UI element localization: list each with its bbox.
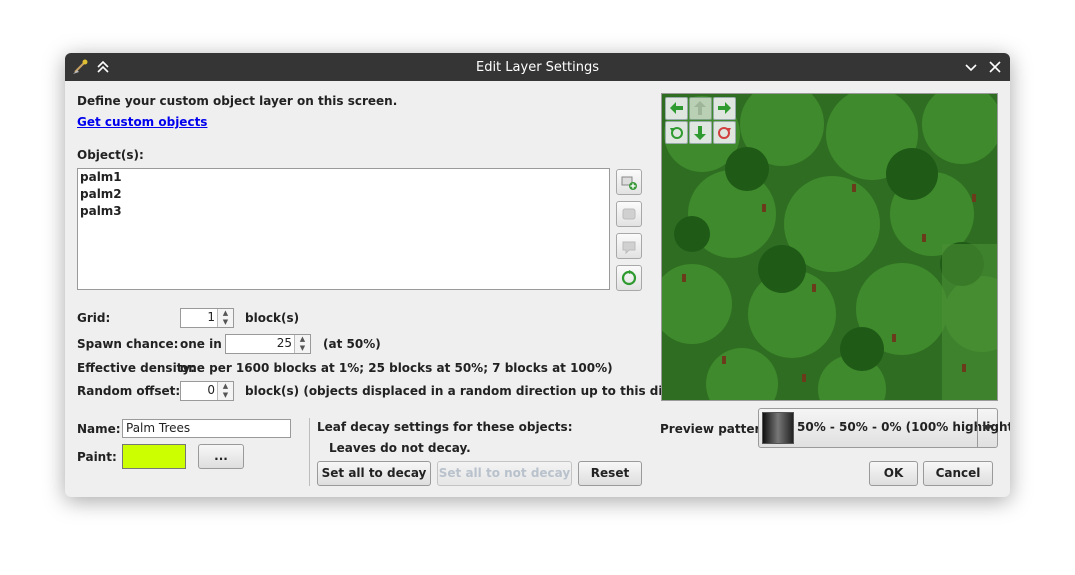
spawn-value: 25 <box>276 336 292 350</box>
spawn-spinner[interactable]: 25 ▲ ▼ <box>225 334 311 354</box>
edit-layer-dialog: Edit Layer Settings Define your custom o… <box>65 53 1010 497</box>
reload-icon <box>621 270 637 286</box>
list-item[interactable]: palm2 <box>78 186 609 203</box>
offset-label: Random offset: <box>77 384 181 398</box>
spawn-prefix: one in <box>180 337 222 351</box>
offset-value: 0 <box>207 383 215 397</box>
reload-objects-button[interactable] <box>616 265 642 291</box>
name-field[interactable]: Palm Trees <box>122 419 291 438</box>
grid-value: 1 <box>207 310 215 324</box>
preview-pattern-label: Preview pattern: <box>660 422 774 436</box>
spinner-down-icon[interactable]: ▼ <box>217 391 233 400</box>
arrow-down-icon <box>694 126 706 140</box>
spinner-down-icon[interactable]: ▼ <box>294 344 310 353</box>
set-all-not-decay-button[interactable]: Set all to not decay <box>437 461 572 486</box>
edit-object-icon <box>622 208 636 220</box>
spinner-down-icon[interactable]: ▼ <box>217 318 233 327</box>
intro-text: Define your custom object layer on this … <box>77 94 398 108</box>
pan-up-button[interactable] <box>689 97 712 120</box>
name-label: Name: <box>77 422 121 436</box>
minimize-chevron-icon[interactable] <box>961 57 981 77</box>
layer-preview <box>661 93 998 401</box>
pattern-gradient-icon <box>762 412 794 444</box>
grid-spinner[interactable]: 1 ▲ ▼ <box>180 308 234 328</box>
objects-label: Object(s): <box>77 148 144 162</box>
ok-button[interactable]: OK <box>869 461 918 486</box>
reset-button[interactable]: Reset <box>578 461 642 486</box>
paint-color-swatch[interactable] <box>122 444 186 469</box>
paint-label: Paint: <box>77 450 117 464</box>
density-label: Effective density: <box>77 361 196 375</box>
spawn-suffix: (at 50%) <box>323 337 381 351</box>
objects-list[interactable]: palm1 palm2 palm3 <box>77 168 610 290</box>
get-custom-objects-link[interactable]: Get custom objects <box>77 115 207 129</box>
arrow-up-icon <box>694 101 706 115</box>
offset-unit: block(s) (objects displaced in a random … <box>245 384 713 398</box>
divider <box>309 418 310 486</box>
edit-object-button[interactable] <box>616 201 642 227</box>
chevron-down-icon <box>982 425 993 431</box>
title-bar: Edit Layer Settings <box>65 53 1010 81</box>
arrow-left-icon <box>670 102 683 114</box>
dropdown-button[interactable] <box>977 409 997 447</box>
add-object-icon <box>621 176 637 190</box>
grid-label: Grid: <box>77 311 111 325</box>
spawn-label: Spawn chance: <box>77 337 179 351</box>
spinner-up-icon[interactable]: ▲ <box>217 382 233 391</box>
spinner-up-icon[interactable]: ▲ <box>217 309 233 318</box>
window-title: Edit Layer Settings <box>475 60 599 75</box>
density-text: one per 1600 blocks at 1%; 25 blocks at … <box>180 361 613 375</box>
remove-object-icon <box>622 241 636 255</box>
list-item[interactable]: palm3 <box>78 203 609 220</box>
offset-spinner[interactable]: 0 ▲ ▼ <box>180 381 234 401</box>
rotate-left-icon <box>670 127 683 139</box>
pan-down-button[interactable] <box>689 121 712 144</box>
grid-unit: block(s) <box>245 311 300 325</box>
remove-object-button[interactable] <box>616 233 642 259</box>
cancel-button[interactable]: Cancel <box>923 461 993 486</box>
arrow-right-icon <box>718 102 731 114</box>
leaf-decay-status: Leaves do not decay. <box>329 441 471 455</box>
rotate-left-button[interactable] <box>665 121 688 144</box>
rotate-right-icon <box>718 127 731 139</box>
pan-left-button[interactable] <box>665 97 688 120</box>
add-object-button[interactable] <box>616 169 642 195</box>
close-icon[interactable] <box>985 57 1005 77</box>
leaf-decay-title: Leaf decay settings for these objects: <box>317 420 573 434</box>
pan-right-button[interactable] <box>713 97 736 120</box>
set-all-decay-button[interactable]: Set all to decay <box>317 461 431 486</box>
rotate-right-button[interactable] <box>713 121 736 144</box>
choose-paint-button[interactable]: ... <box>198 444 244 469</box>
list-item[interactable]: palm1 <box>78 169 609 186</box>
spinner-up-icon[interactable]: ▲ <box>294 335 310 344</box>
preview-pattern-select[interactable]: 50% - 50% - 0% (100% highlight) <box>758 408 1010 448</box>
